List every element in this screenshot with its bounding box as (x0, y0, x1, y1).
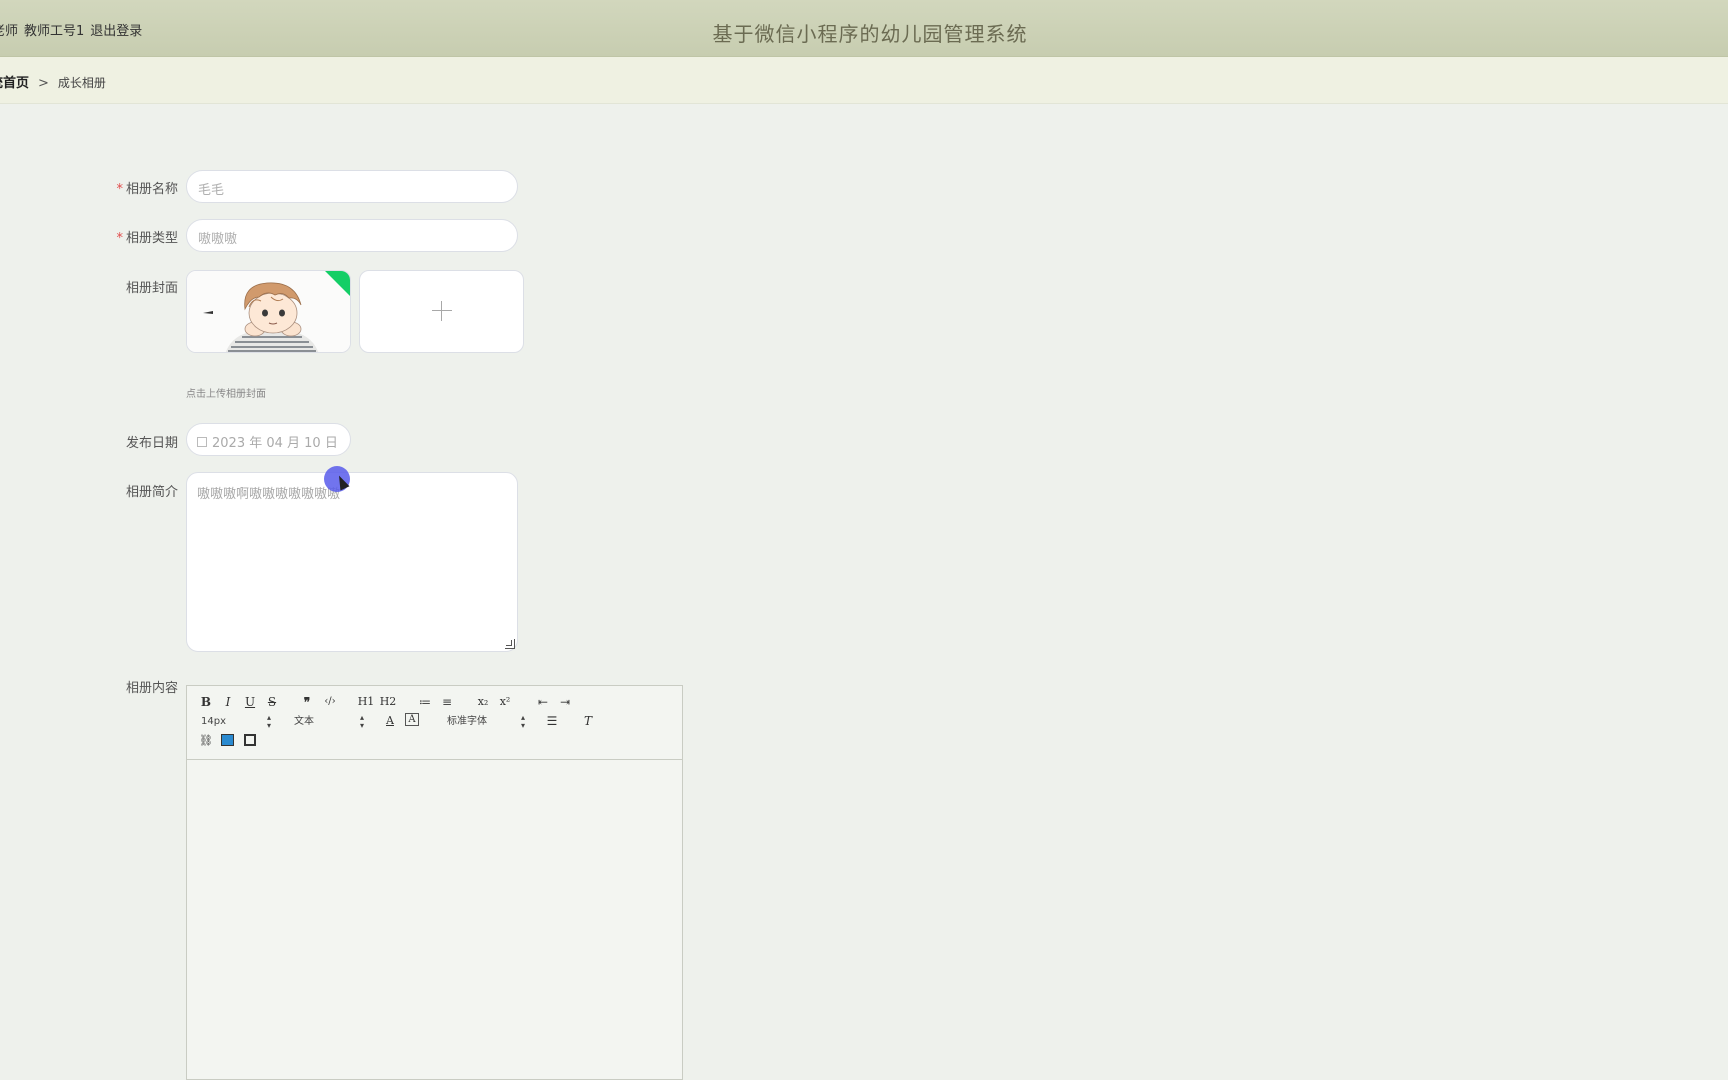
h2-icon[interactable]: H2 (379, 694, 397, 710)
font-size-value: 14px (201, 716, 226, 727)
upload-hint: 点击上传相册封面 (186, 389, 266, 400)
rich-text-editor: B I U S ❞ ‹/› H1 H2 ≔ ≡ x₂ x² ⇤ ⇥ 14px ▴ ▾… (186, 685, 683, 1080)
required-mark: * (116, 182, 123, 197)
font-family-select[interactable]: 标准字体 ▴ ▾ (447, 714, 525, 730)
upload-cover-button[interactable] (359, 270, 524, 353)
ordered-list-icon[interactable]: ≔ (417, 694, 433, 710)
select-arrows-icon: ▴ ▾ (520, 713, 525, 730)
align-icon[interactable]: ☰ (545, 713, 559, 729)
resize-handle-icon[interactable] (505, 639, 515, 649)
album-name-label-text: 相册名称 (125, 182, 178, 197)
font-family-value: 标准字体 (447, 716, 487, 727)
album-intro-label: 相册简介 (125, 485, 178, 500)
breadcrumb-home[interactable]: 统首页 (0, 76, 29, 91)
album-name-input[interactable]: 毛毛 (186, 170, 518, 203)
text-format-select[interactable]: 文本 ▴ ▾ (294, 714, 364, 730)
album-type-label: * 相册类型 (78, 227, 178, 246)
superscript-icon[interactable]: x² (497, 694, 513, 710)
breadcrumb: 统首页 > 成长相册 (0, 72, 106, 91)
plus-icon (432, 301, 452, 321)
strike-icon[interactable]: S (265, 694, 279, 710)
publish-date-label: 发布日期 (125, 436, 178, 451)
background-color-icon[interactable]: A (405, 713, 419, 726)
subscript-icon[interactable]: x₂ (475, 694, 491, 710)
publish-date-value: 2023 年 04 月 10 日 (212, 436, 338, 451)
editor-toolbar: B I U S ❞ ‹/› H1 H2 ≔ ≡ x₂ x² ⇤ ⇥ 14px ▴ ▾… (187, 686, 682, 760)
cover-image-thumbnail[interactable] (186, 270, 351, 353)
bold-icon[interactable]: B (199, 694, 213, 710)
album-name-label: * 相册名称 (78, 178, 178, 197)
video-icon[interactable] (244, 734, 256, 746)
select-arrows-icon: ▴ ▾ (359, 713, 364, 730)
outdent-icon[interactable]: ⇤ (535, 694, 551, 710)
font-color-icon[interactable]: A (383, 713, 397, 729)
clear-format-icon[interactable]: T (581, 713, 595, 729)
main-content: * 相册名称 毛毛 * 相册类型 嗷嗷嗷 相册封面 点击上传相册封面 发布日期 … (0, 104, 1728, 1080)
cover-image (187, 271, 350, 352)
album-content-label: 相册内容 (125, 681, 178, 696)
text-format-value: 文本 (294, 716, 314, 727)
link-icon[interactable]: ⛓ (199, 733, 213, 749)
top-header: 老师教师工号1退出登录 基于微信小程序的幼儿园管理系统 (0, 0, 1728, 57)
system-title: 基于微信小程序的幼儿园管理系统 (712, 22, 1028, 46)
editor-body[interactable] (187, 761, 682, 1079)
breadcrumb-bar: 统首页 > 成长相册 (0, 57, 1728, 104)
bullet-list-icon[interactable]: ≡ (439, 694, 455, 710)
breadcrumb-current: 成长相册 (57, 76, 106, 90)
album-type-input[interactable]: 嗷嗷嗷 (186, 219, 518, 252)
underline-icon[interactable]: U (243, 694, 257, 710)
album-cover-label: 相册封面 (125, 281, 178, 296)
font-size-select[interactable]: 14px ▴ ▾ (201, 714, 271, 730)
code-icon[interactable]: ‹/› (321, 694, 339, 710)
quote-icon[interactable]: ❞ (299, 694, 315, 710)
breadcrumb-separator: > (38, 76, 49, 91)
image-icon[interactable] (221, 734, 234, 746)
h1-icon[interactable]: H1 (357, 694, 375, 710)
required-mark: * (116, 231, 123, 246)
select-arrows-icon: ▴ ▾ (266, 713, 271, 730)
indent-icon[interactable]: ⇥ (557, 694, 573, 710)
italic-icon[interactable]: I (221, 694, 235, 710)
album-type-label-text: 相册类型 (125, 231, 178, 246)
calendar-icon (197, 437, 207, 447)
album-intro-textarea[interactable]: 嗷嗷嗷啊嗷嗷嗷嗷嗷嗷嗷 (186, 472, 518, 652)
album-intro-value: 嗷嗷嗷啊嗷嗷嗷嗷嗷嗷嗷 (197, 487, 341, 502)
publish-date-picker[interactable]: 2023 年 04 月 10 日 (186, 423, 351, 456)
